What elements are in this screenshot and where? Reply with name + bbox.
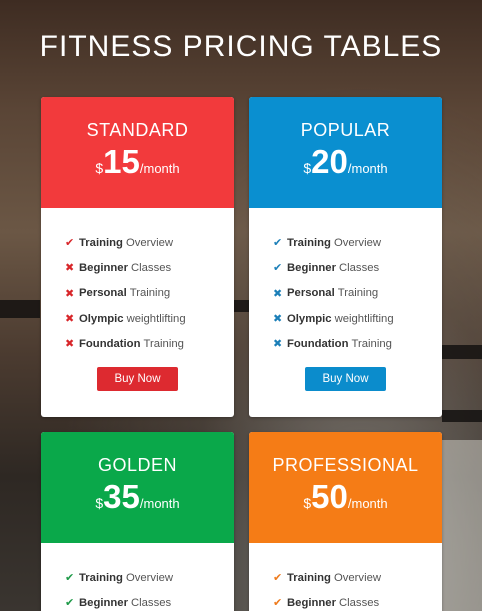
feature-item: ✖ Olympic weightlifting: [65, 306, 234, 331]
pricing-card-popular: POPULAR $ 20 /month ✔ Training Overview ✔ B…: [249, 97, 442, 417]
feature-item: ✖ Olympic weightlifting: [273, 306, 442, 331]
buy-now-button[interactable]: Buy Now: [97, 367, 178, 392]
buy-now-button[interactable]: Buy Now: [305, 367, 386, 392]
feature-detail: Training: [143, 337, 184, 350]
feature-detail: Overview: [125, 236, 174, 249]
feature-name: Beginner: [287, 596, 336, 609]
price-amount: 15: [103, 143, 140, 180]
cross-icon: ✖: [65, 338, 75, 351]
cross-icon: ✖: [273, 287, 283, 300]
check-icon: ✔: [273, 597, 283, 610]
pricing-card-professional: PROFESSIONAL $ 50 /month ✔ Training Overvi…: [249, 432, 442, 611]
card-header: POPULAR $ 20 /month: [249, 97, 442, 208]
card-header: STANDARD $ 15 /month: [41, 97, 234, 208]
feature-detail: Training: [337, 287, 379, 300]
feature-name: Foundation: [79, 337, 141, 350]
price-period: /month: [347, 496, 388, 511]
feature-detail: Classes: [130, 596, 172, 609]
currency-symbol: $: [95, 160, 104, 176]
button-wrap: Buy Now: [249, 367, 442, 392]
feature-name: Olympic: [79, 312, 124, 325]
plan-name: STANDARD: [86, 120, 189, 140]
feature-name: Training: [287, 236, 331, 249]
button-wrap: Buy Now: [41, 367, 234, 392]
background-gym-bar: [442, 345, 482, 359]
check-icon: ✔: [273, 572, 283, 585]
feature-name: Olympic: [287, 312, 332, 325]
feature-list: ✔ Training Overview ✔ Beginner Classes ✖ Pers…: [249, 208, 442, 356]
feature-detail: Overview: [333, 236, 382, 249]
feature-detail: Classes: [130, 261, 172, 274]
plan-price: $ 20 /month: [249, 145, 442, 178]
feature-detail: Training: [129, 287, 171, 300]
background-gym-bar: [0, 300, 40, 318]
feature-item: ✔ Beginner Classes: [273, 255, 442, 280]
feature-detail: Training: [351, 337, 392, 350]
cross-icon: ✖: [65, 313, 75, 326]
feature-item: ✖ Personal Training: [65, 281, 234, 306]
cross-icon: ✖: [65, 262, 75, 275]
feature-item: ✖ Foundation Training: [273, 331, 442, 356]
check-icon: ✔: [65, 597, 75, 610]
check-icon: ✔: [273, 262, 283, 275]
check-icon: ✔: [65, 237, 75, 250]
feature-list: ✔ Training Overview ✖ Beginner Classes ✖ Pers…: [41, 208, 234, 356]
plan-price: $ 35 /month: [41, 480, 234, 513]
currency-symbol: $: [303, 495, 312, 511]
plan-price: $ 15 /month: [41, 145, 234, 178]
feature-item: ✔ Beginner Classes: [65, 590, 234, 611]
pricing-card-golden: GOLDEN $ 35 /month ✔ Training Overview ✔ Be…: [41, 432, 234, 611]
card-header: PROFESSIONAL $ 50 /month: [249, 432, 442, 543]
background-gym-bar: [442, 410, 482, 422]
feature-item: ✔ Training Overview: [273, 565, 442, 590]
page-title: FITNESS PRICING TABLES: [39, 30, 443, 63]
feature-detail: weightlifting: [126, 312, 186, 325]
price-amount: 20: [311, 143, 348, 180]
feature-item: ✔ Beginner Classes: [273, 590, 442, 611]
plan-name: PROFESSIONAL: [272, 455, 419, 475]
cross-icon: ✖: [273, 338, 283, 351]
price-period: /month: [139, 496, 180, 511]
feature-detail: Classes: [338, 596, 380, 609]
cross-icon: ✖: [65, 287, 75, 300]
feature-detail: Overview: [125, 571, 174, 584]
card-header: GOLDEN $ 35 /month: [41, 432, 234, 543]
feature-name: Foundation: [287, 337, 349, 350]
feature-detail: Classes: [338, 261, 380, 274]
feature-item: ✔ Training Overview: [65, 565, 234, 590]
feature-name: Personal: [79, 287, 127, 300]
feature-name: Beginner: [79, 596, 128, 609]
background-window: [442, 440, 482, 611]
pricing-card-standard: STANDARD $ 15 /month ✔ Training Overview ✖…: [41, 97, 234, 417]
currency-symbol: $: [303, 160, 312, 176]
feature-item: ✖ Foundation Training: [65, 331, 234, 356]
feature-list: ✔ Training Overview ✔ Beginner Classes: [41, 543, 234, 611]
plan-price: $ 50 /month: [249, 480, 442, 513]
feature-name: Training: [287, 571, 331, 584]
price-period: /month: [139, 161, 180, 176]
check-icon: ✔: [65, 572, 75, 585]
feature-name: Training: [79, 236, 123, 249]
feature-list: ✔ Training Overview ✔ Beginner Classes: [249, 543, 442, 611]
feature-name: Personal: [287, 287, 335, 300]
feature-item: ✔ Training Overview: [273, 230, 442, 255]
plan-name: POPULAR: [300, 120, 391, 140]
plan-name: GOLDEN: [97, 455, 178, 475]
feature-name: Training: [79, 571, 123, 584]
background-gym-bar: [234, 300, 249, 312]
price-amount: 50: [311, 478, 348, 515]
check-icon: ✔: [273, 237, 283, 250]
feature-item: ✖ Beginner Classes: [65, 255, 234, 280]
feature-name: Beginner: [79, 261, 128, 274]
price-period: /month: [347, 161, 388, 176]
currency-symbol: $: [95, 495, 104, 511]
feature-name: Beginner: [287, 261, 336, 274]
feature-item: ✖ Personal Training: [273, 281, 442, 306]
feature-item: ✔ Training Overview: [65, 230, 234, 255]
feature-detail: weightlifting: [334, 312, 394, 325]
feature-detail: Overview: [333, 571, 382, 584]
price-amount: 35: [103, 478, 140, 515]
cross-icon: ✖: [273, 313, 283, 326]
